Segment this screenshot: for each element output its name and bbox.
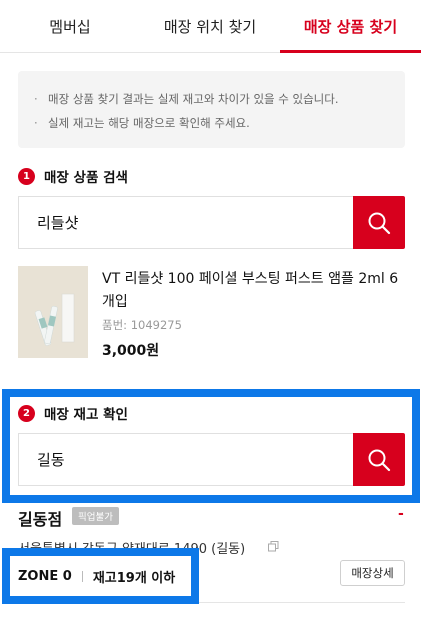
store-search-input[interactable] bbox=[18, 433, 353, 486]
step1-title-text: 매장 상품 검색 bbox=[44, 170, 128, 186]
stock-label: 재고19개 이하 bbox=[92, 570, 176, 586]
product-result[interactable]: VT 리들샷 100 페이셜 부스팅 퍼스트 앰플 2ml 6개입 품번: 10… bbox=[18, 266, 405, 359]
search-icon bbox=[368, 449, 391, 471]
tab-bar: 멤버십 매장 위치 찾기 매장 상품 찾기 bbox=[0, 0, 421, 53]
divider bbox=[81, 570, 83, 582]
store-address: 서울특별시 강동구 양재대로 1490 (길동) bbox=[18, 542, 246, 557]
step-number-badge: 2 bbox=[18, 404, 35, 422]
tab-membership[interactable]: 멤버십 bbox=[0, 0, 140, 53]
divider bbox=[18, 602, 405, 603]
product-image bbox=[18, 266, 88, 358]
notice-line: 매장 상품 찾기 결과는 실제 재고와 차이가 있을 수 있습니다. bbox=[32, 87, 391, 111]
product-price: 3,000원 bbox=[102, 343, 160, 359]
store-search-button[interactable] bbox=[353, 433, 405, 486]
notice-line: 실제 재고는 해당 매장으로 확인해 주세요. bbox=[32, 111, 391, 135]
step2-title: 2 매장 재고 확인 bbox=[18, 402, 128, 424]
product-search-input[interactable] bbox=[18, 196, 353, 249]
pickup-badge: 픽업불가 bbox=[72, 507, 119, 525]
product-name: VT 리들샷 100 페이셜 부스팅 퍼스트 앰플 2ml 6개입 bbox=[102, 271, 399, 310]
zone-label: ZONE 0 bbox=[18, 568, 72, 584]
product-code: 품번: 1049275 bbox=[102, 318, 182, 332]
notice-box: 매장 상품 찾기 결과는 실제 재고와 차이가 있을 수 있습니다. 실제 재고… bbox=[18, 71, 405, 148]
active-tab-indicator bbox=[280, 50, 421, 53]
store-name: 길동점 bbox=[18, 510, 63, 529]
store-search-row bbox=[18, 433, 405, 486]
copy-icon[interactable] bbox=[268, 541, 279, 552]
stock-info: ZONE 0 재고19개 이하 bbox=[18, 565, 175, 587]
product-search-row bbox=[18, 196, 405, 249]
tab-store-product[interactable]: 매장 상품 찾기 bbox=[280, 0, 421, 53]
step-number-badge: 1 bbox=[18, 167, 35, 185]
product-search-button[interactable] bbox=[353, 196, 405, 249]
step1-title: 1 매장 상품 검색 bbox=[18, 165, 128, 187]
step2-title-text: 매장 재고 확인 bbox=[44, 407, 128, 423]
search-icon bbox=[368, 212, 391, 234]
store-status-mark: - bbox=[398, 506, 404, 522]
tab-store-location[interactable]: 매장 위치 찾기 bbox=[140, 0, 280, 53]
store-detail-button[interactable]: 매장상세 bbox=[340, 560, 405, 586]
